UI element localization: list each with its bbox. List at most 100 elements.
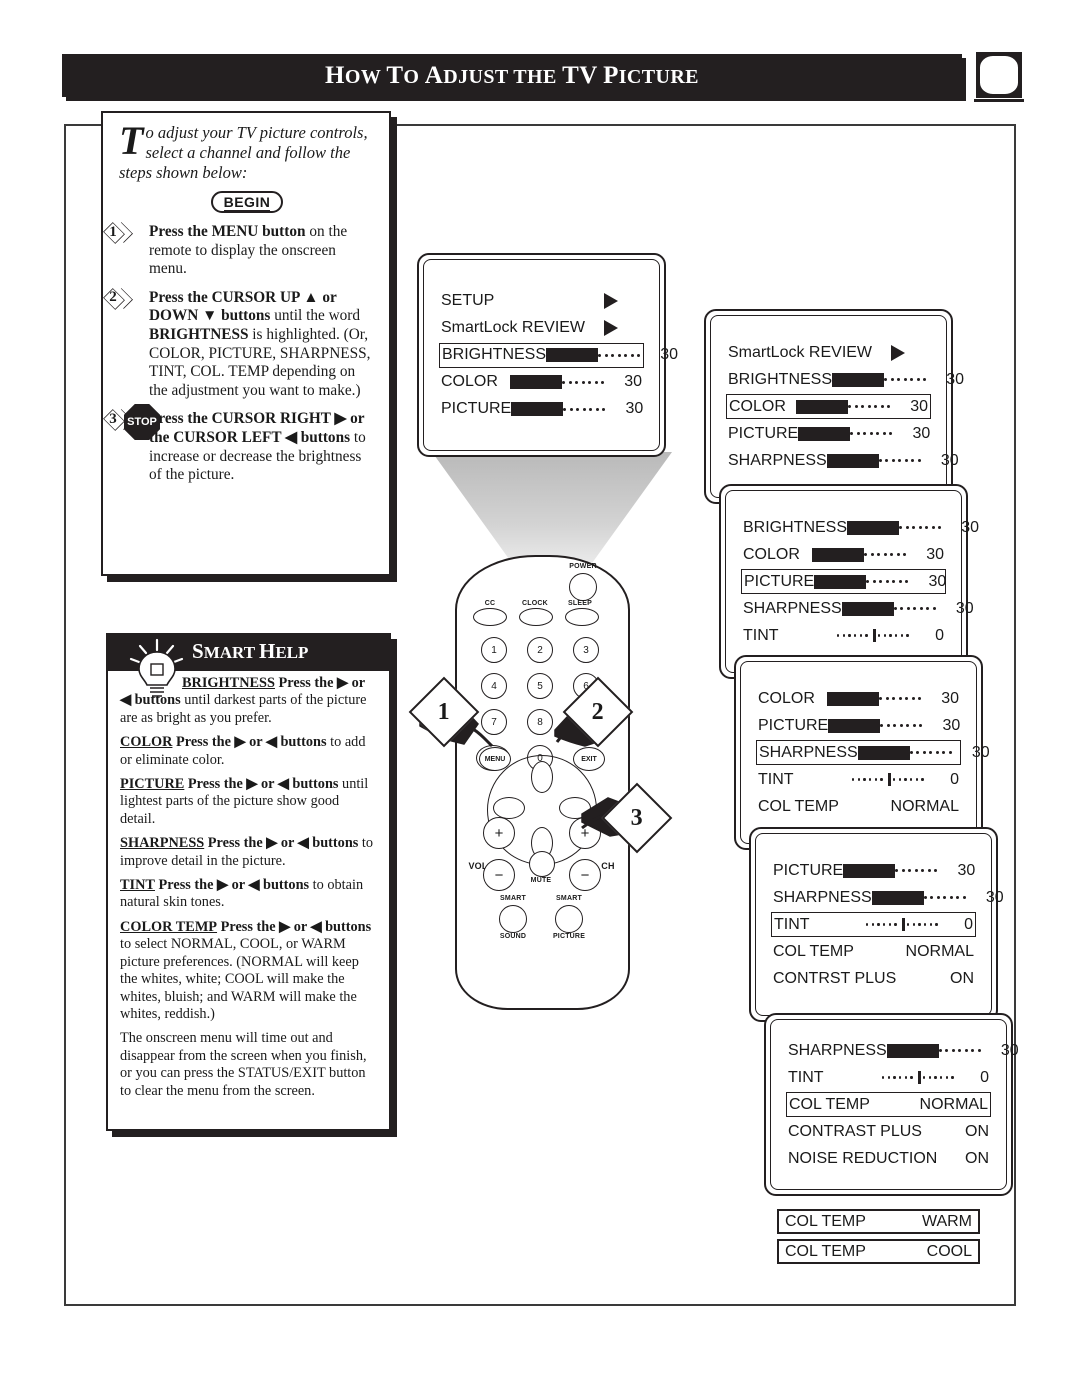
osd-row-contrst-plus[interactable]: CONTRST PLUS ON: [771, 966, 976, 991]
osd-row-brightness[interactable]: BRIGHTNESS 30: [741, 515, 979, 540]
volume-down-button[interactable]: −: [483, 859, 515, 891]
gauge-dots-left: [852, 773, 886, 787]
osd-row-color[interactable]: COLOR 30: [439, 370, 644, 395]
osd-row-sharpness[interactable]: SHARPNESS 30: [786, 1038, 1019, 1063]
instruction-step-1: 1 Press the MENU button on the remote to …: [103, 222, 375, 279]
osd-row-label: SHARPNESS: [788, 1041, 887, 1059]
osd-gauge: 30: [798, 425, 930, 443]
smart-picture-button[interactable]: [555, 905, 583, 933]
osd-row-label: TINT: [743, 626, 779, 644]
osd-row-sharpness[interactable]: SHARPNESS 30: [771, 885, 1004, 910]
osd-row-brightness[interactable]: BRIGHTNESS 30: [726, 367, 964, 392]
osd-row-tint[interactable]: TINT 0: [756, 767, 961, 792]
remote-key-1[interactable]: 1: [481, 637, 507, 663]
smart-help-note: The onscreen menu will time out and disa…: [120, 1030, 367, 1099]
gauge-dots-right: [923, 1071, 957, 1085]
osd-row-value: 30: [946, 370, 965, 388]
mute-button[interactable]: [529, 851, 555, 877]
gauge-dots: [893, 602, 942, 616]
osd-row-sharpness[interactable]: SHARPNESS 30: [726, 448, 959, 473]
osd-row-color[interactable]: COLOR 30: [741, 542, 946, 567]
gauge-dots: [899, 521, 947, 535]
cc-button[interactable]: [473, 608, 507, 626]
page-title: HOW TO ADJUST THE TV PICTURE: [325, 61, 699, 89]
lightbulb-icon: [129, 638, 184, 697]
gauge-bar: [510, 375, 562, 389]
channel-down-button[interactable]: −: [569, 859, 601, 891]
gauge-bar: [511, 402, 564, 416]
remote-key-2[interactable]: 2: [527, 637, 553, 663]
osd-mini-row-cool[interactable]: COL TEMP COOL: [777, 1239, 980, 1264]
volume-up-button[interactable]: +: [483, 817, 515, 849]
osd-row-picture[interactable]: PICTURE 30: [771, 858, 976, 883]
osd-row-noise-reduction[interactable]: NOISE REDUCTION ON: [786, 1146, 991, 1171]
osd-row-value: 0: [935, 626, 944, 644]
remote-key-3[interactable]: 3: [573, 637, 599, 663]
osd-row-label: TINT: [774, 915, 810, 933]
osd-row-sharpness[interactable]: SHARPNESS 30: [741, 596, 974, 621]
gauge-dots: [850, 427, 898, 441]
osd-row-value: 0: [964, 915, 973, 933]
osd-row-value: 30: [942, 716, 961, 734]
osd-row-label: COL TEMP: [758, 797, 839, 815]
osd-row-value: 30: [912, 424, 931, 442]
osd-row-brightness[interactable]: BRIGHTNESS 30: [439, 342, 678, 368]
osd-row-tint[interactable]: TINT 0: [786, 1065, 991, 1090]
smart-help-box: SMART HELP BRIGHTNESS Press the ▶ or ◀ b…: [106, 633, 391, 1131]
osd-row-label: COL TEMP: [785, 1212, 866, 1230]
osd-row-label: BRIGHTNESS: [728, 370, 833, 388]
osd-row-color[interactable]: COLOR 30: [756, 686, 961, 711]
power-label: POWER: [569, 563, 597, 570]
osd-row-label: SETUP: [441, 292, 495, 309]
osd-row-tint[interactable]: TINT 0: [741, 623, 946, 648]
osd-row-picture[interactable]: PICTURE 30: [756, 713, 961, 738]
osd-row-col-temp[interactable]: COL TEMP NORMAL: [756, 794, 961, 819]
gauge-bar: [843, 863, 896, 878]
osd-row-smartlock-review[interactable]: SmartLock REVIEW: [439, 316, 644, 341]
cursor-left-button[interactable]: [493, 797, 525, 819]
smart-sound-label-2: SOUND: [499, 933, 527, 940]
gauge-dots: [864, 548, 912, 562]
cursor-up-button[interactable]: [531, 761, 553, 793]
osd-row-label: CONTRST PLUS: [773, 969, 897, 987]
osd-menu-6: SHARPNESS 30 TINT 0 COL TEMP NORMAL CONTRAST P…: [764, 1013, 1019, 1196]
osd-gauge: 30: [796, 398, 928, 416]
osd-row-value: 30: [660, 346, 679, 363]
mute-label: MUTE: [530, 877, 552, 884]
gauge-bar: [826, 453, 879, 468]
osd-row-col-temp[interactable]: COL TEMP NORMAL: [786, 1092, 991, 1117]
intro-dropcap: T: [119, 118, 144, 163]
cc-label: CC: [484, 600, 496, 607]
gauge-bar: [812, 547, 864, 562]
gauge-bar: [841, 601, 894, 616]
instruction-step-2: 2 Press the CURSOR UP ▲ or DOWN ▼ buttons…: [103, 287, 375, 401]
osd-menu-1: SETUP SmartLock REVIEW BRIGHTNESS 30 COLOR 30…: [417, 253, 678, 457]
osd-row-label: TINT: [788, 1068, 824, 1086]
smart-help-body: BRIGHTNESS Press the ▶ or ◀ buttons unti…: [108, 671, 389, 1100]
smart-sound-button[interactable]: [499, 905, 527, 933]
osd-row-col-temp[interactable]: COL TEMP NORMAL: [771, 939, 976, 964]
osd-row-color[interactable]: COLOR 30: [726, 394, 931, 419]
osd-row-smartlock-review[interactable]: SmartLock REVIEW: [726, 340, 931, 365]
gauge-dots: [878, 454, 927, 468]
osd-row-contrast-plus[interactable]: CONTRAST PLUS ON: [786, 1119, 991, 1144]
osd-gauge: 30: [814, 573, 946, 591]
osd-row-picture[interactable]: PICTURE 30: [741, 569, 946, 594]
gauge-bar: [886, 1043, 939, 1058]
clock-button[interactable]: [519, 608, 553, 626]
osd-row-value: 0: [980, 1068, 989, 1086]
gauge-bar: [796, 399, 848, 414]
power-button[interactable]: [569, 573, 597, 601]
osd-row-picture[interactable]: PICTURE 30: [439, 397, 644, 422]
osd-row-value: 30: [961, 518, 980, 536]
osd-mini-row-warm[interactable]: COL TEMP WARM: [777, 1209, 980, 1234]
osd-row-value: ON: [965, 1149, 989, 1167]
osd-row-sharpness[interactable]: SHARPNESS 30: [756, 740, 990, 765]
osd-row-value: 30: [926, 545, 944, 563]
sleep-button[interactable]: [565, 608, 599, 626]
osd-row-tint[interactable]: TINT 0: [771, 912, 976, 937]
osd-row-setup[interactable]: SETUP: [439, 289, 644, 314]
osd-row-picture[interactable]: PICTURE 30: [726, 421, 931, 446]
osd-row-label: SHARPNESS: [773, 888, 872, 906]
osd-gauge: 0: [866, 916, 973, 934]
